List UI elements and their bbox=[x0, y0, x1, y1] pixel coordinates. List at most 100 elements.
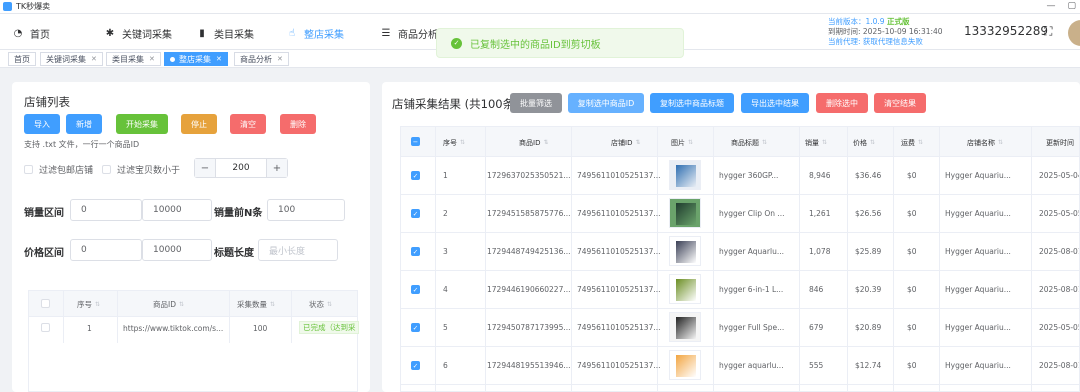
select-all-checkbox[interactable]: − bbox=[411, 137, 420, 146]
stop-button[interactable]: 停止 bbox=[181, 114, 217, 134]
sort-icon[interactable]: ⇅ bbox=[918, 140, 923, 146]
checkbox-box[interactable] bbox=[102, 165, 111, 174]
column-header-image[interactable]: 图片 ⇅ bbox=[671, 138, 693, 148]
import-button[interactable]: 导入 bbox=[24, 114, 60, 134]
table-row[interactable]: ✓ 4 1729446190660227... 7495611010525137...… bbox=[401, 271, 1079, 309]
sort-icon[interactable]: ⇅ bbox=[870, 140, 875, 146]
sort-icon[interactable]: ⇅ bbox=[635, 140, 640, 146]
sales-min-input[interactable]: 0 bbox=[70, 199, 142, 221]
minimize-icon[interactable]: — bbox=[1046, 1, 1055, 11]
delete-selected-button[interactable]: 删除选中 bbox=[816, 93, 868, 113]
table-row[interactable]: ✓ 3 1729448749425136... 7495611010525137...… bbox=[401, 233, 1079, 271]
clear-results-button[interactable]: 清空结果 bbox=[874, 93, 926, 113]
item-count-stepper[interactable]: − 200 + bbox=[194, 158, 288, 178]
thumbnail[interactable] bbox=[669, 160, 701, 190]
column-header-update-time[interactable]: 更新时间 bbox=[1046, 138, 1074, 148]
product-image[interactable] bbox=[669, 198, 701, 228]
column-header-index[interactable]: 序号 ⇅ bbox=[443, 138, 465, 148]
product-image[interactable] bbox=[669, 236, 701, 266]
price-max-input[interactable]: 10000 bbox=[142, 239, 212, 261]
batch-filter-button[interactable]: 批量筛选 bbox=[510, 93, 562, 113]
close-icon[interactable]: ✕ bbox=[149, 55, 155, 63]
column-header-index[interactable]: 序号 ⇅ bbox=[77, 299, 100, 310]
row-checkbox[interactable]: ✓ bbox=[411, 323, 420, 332]
close-icon[interactable]: ✕ bbox=[216, 55, 222, 63]
avatar[interactable] bbox=[1068, 20, 1080, 46]
tab-category-collect[interactable]: 类目采集 ✕ bbox=[106, 52, 161, 66]
column-header-sales[interactable]: 销量 ⇅ bbox=[805, 138, 827, 148]
table-row[interactable]: ✓ 1 1729637025350521... 7495611010525137...… bbox=[401, 157, 1079, 195]
sort-icon[interactable]: ⇅ bbox=[270, 301, 275, 307]
sort-icon[interactable]: ⇅ bbox=[822, 140, 827, 146]
product-image[interactable] bbox=[669, 274, 701, 304]
tab-store-collect[interactable]: 整店采集 ✕ bbox=[164, 52, 228, 66]
tab-product-analysis[interactable]: 商品分析 ✕ bbox=[234, 52, 289, 66]
filter-item-count-checkbox[interactable]: 过滤宝贝数小于 bbox=[102, 163, 180, 176]
decrement-button[interactable]: − bbox=[195, 159, 215, 177]
row-checkbox[interactable] bbox=[41, 323, 50, 332]
maximize-icon[interactable]: ▢ bbox=[1067, 1, 1076, 11]
product-image[interactable] bbox=[669, 160, 701, 190]
add-button[interactable]: 新增 bbox=[66, 114, 102, 134]
select-all-checkbox[interactable] bbox=[41, 299, 50, 308]
title-length-input[interactable]: 最小长度 bbox=[258, 239, 338, 261]
nav-keyword-collect[interactable]: ✱ 关键词采集 bbox=[104, 26, 172, 41]
column-header-status[interactable]: 状态 ⇅ bbox=[309, 299, 332, 310]
product-image[interactable] bbox=[669, 350, 701, 380]
table-row[interactable]: ✓ 2 1729451585875776... 7495611010525137...… bbox=[401, 195, 1079, 233]
stepper-value[interactable]: 200 bbox=[215, 159, 267, 177]
row-title: hygger 360GP... bbox=[719, 171, 779, 180]
checkbox-box[interactable] bbox=[24, 165, 33, 174]
nav-category-collect[interactable]: ▮ 类目采集 bbox=[196, 26, 254, 41]
copy-titles-button[interactable]: 复制选中商品标题 bbox=[650, 93, 734, 113]
column-header-collect-count[interactable]: 采集数量 ⇅ bbox=[237, 299, 275, 310]
sales-max-input[interactable]: 10000 bbox=[142, 199, 212, 221]
column-header-price[interactable]: 价格 ⇅ bbox=[853, 138, 875, 148]
thumbnail[interactable] bbox=[669, 350, 701, 380]
nav-home[interactable]: ◔ 首页 bbox=[12, 26, 50, 41]
row-checkbox[interactable]: ✓ bbox=[411, 361, 420, 370]
row-checkbox[interactable]: ✓ bbox=[411, 285, 420, 294]
delete-button[interactable]: 删除 bbox=[280, 114, 316, 134]
fullscreen-icon[interactable]: ⛶ bbox=[1044, 24, 1052, 39]
tab-keyword-collect[interactable]: 关键词采集 ✕ bbox=[40, 52, 103, 66]
filter-free-shipping-checkbox[interactable]: 过滤包邮店铺 bbox=[24, 163, 93, 176]
nav-store-collect[interactable]: ☝ 整店采集 bbox=[286, 26, 344, 41]
row-checkbox[interactable]: ✓ bbox=[411, 171, 420, 180]
product-image[interactable] bbox=[669, 312, 701, 342]
table-row[interactable]: ✓ 5 1729450787173995... 7495611010525137...… bbox=[401, 309, 1079, 347]
close-icon[interactable]: ✕ bbox=[277, 55, 283, 63]
row-checkbox[interactable]: ✓ bbox=[411, 247, 420, 256]
thumbnail[interactable] bbox=[669, 274, 701, 304]
start-collect-button[interactable]: 开始采集 bbox=[116, 114, 168, 134]
increment-button[interactable]: + bbox=[267, 159, 287, 177]
sort-icon[interactable]: ⇅ bbox=[327, 301, 332, 307]
sort-icon[interactable]: ⇅ bbox=[179, 301, 184, 307]
sort-icon[interactable]: ⇅ bbox=[543, 140, 548, 146]
sort-icon[interactable]: ⇅ bbox=[460, 140, 465, 146]
sort-icon[interactable]: ⇅ bbox=[688, 140, 693, 146]
column-header-store-name[interactable]: 店铺名称 ⇅ bbox=[967, 138, 1003, 148]
tab-home[interactable]: 首页 bbox=[8, 52, 36, 66]
thumbnail[interactable] bbox=[669, 236, 701, 266]
sort-icon[interactable]: ⇅ bbox=[762, 140, 767, 146]
top-n-input[interactable]: 100 bbox=[267, 199, 345, 221]
column-header-store-id[interactable]: 店铺ID ⇅ bbox=[611, 138, 641, 148]
agent-info[interactable]: 当前代理: 获取代理信息失败 bbox=[828, 37, 943, 47]
table-row[interactable]: ✓ 6 1729448195513946... 7495611010525137...… bbox=[401, 347, 1079, 385]
price-min-input[interactable]: 0 bbox=[70, 239, 142, 261]
close-icon[interactable]: ✕ bbox=[91, 55, 97, 63]
nav-product-analysis[interactable]: ☰ 商品分析 bbox=[380, 26, 438, 41]
column-header-shipping[interactable]: 运费 ⇅ bbox=[901, 138, 923, 148]
sort-icon[interactable]: ⇅ bbox=[998, 140, 1003, 146]
thumbnail[interactable] bbox=[669, 312, 701, 342]
export-button[interactable]: 导出选中结果 bbox=[741, 93, 809, 113]
column-header-product-id[interactable]: 商品ID ⇅ bbox=[153, 299, 184, 310]
column-header-product-id[interactable]: 商品ID ⇅ bbox=[519, 138, 549, 148]
thumbnail[interactable] bbox=[669, 198, 701, 228]
row-checkbox[interactable]: ✓ bbox=[411, 209, 420, 218]
copy-ids-button[interactable]: 复制选中商品ID bbox=[568, 93, 644, 113]
column-header-title[interactable]: 商品标题 ⇅ bbox=[731, 138, 767, 148]
sort-icon[interactable]: ⇅ bbox=[95, 301, 100, 307]
clear-button[interactable]: 清空 bbox=[230, 114, 266, 134]
